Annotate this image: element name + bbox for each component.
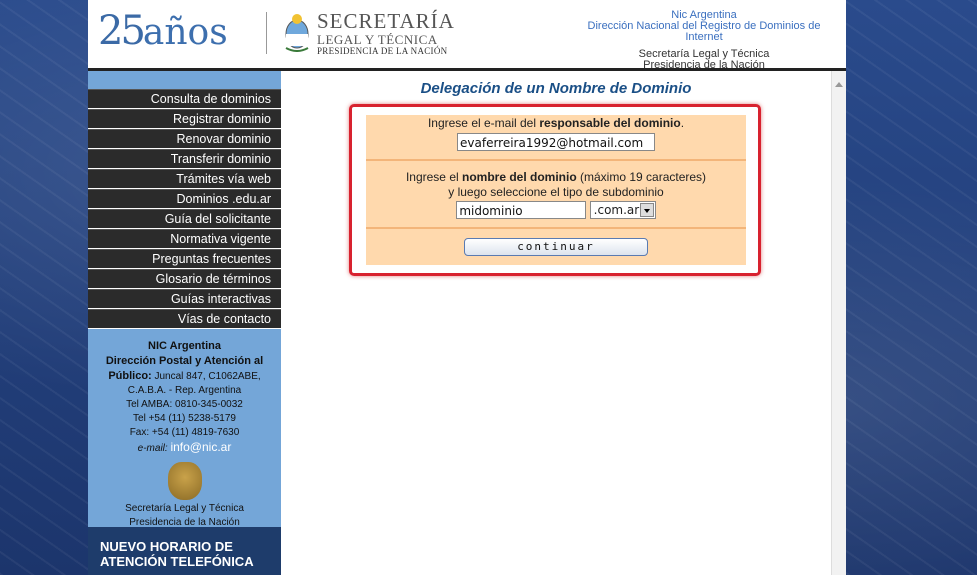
menu-item-vias-de-contacto[interactable]: Vías de contacto	[88, 309, 281, 328]
menu-item-registrar-dominio[interactable]: Registrar dominio	[88, 109, 281, 128]
menu-item-glosario-de-terminos[interactable]: Glosario de términos	[88, 269, 281, 288]
info-email-label: e-mail:	[137, 443, 168, 454]
menu-item-normativa-vigente[interactable]: Normativa vigente	[88, 229, 281, 248]
header: 25años SECRETARÍA LEGAL Y TÉCNICA PRESID…	[88, 0, 846, 71]
menu-item-tramites-via-web[interactable]: Trámites vía web	[88, 169, 281, 188]
info-address-2: C.A.B.A. - Rep. Argentina	[127, 385, 242, 396]
secretaria-line-3: PRESIDENCIA DE LA NACIÓN	[317, 46, 448, 56]
info-org: NIC Argentina	[148, 340, 221, 352]
coat-of-arms-icon	[167, 462, 202, 500]
email-field[interactable]: evaferreira1992@hotmail.com	[457, 133, 655, 151]
domain-prompt: Ingrese el nombre del dominio (máximo 19…	[405, 170, 707, 184]
info-footer-1: Secretaría Legal y Técnica	[125, 503, 244, 514]
scroll-up-arrow-icon[interactable]	[835, 82, 843, 87]
domain-section: Ingrese el nombre del dominio (máximo 19…	[366, 161, 746, 229]
info-fax: Fax: +54 (11) 4819-7630	[129, 427, 240, 438]
logo-word: años	[142, 12, 228, 53]
header-right-text: Nic Argentina Dirección Nacional del Reg…	[569, 10, 839, 71]
menu-item-guias-interactivas[interactable]: Guías interactivas	[88, 289, 281, 308]
horario-notice-banner[interactable]: NUEVO HORARIO DE ATENCIÓN TELEFÓNICA	[88, 527, 281, 575]
page-title: Delegación de un Nombre de Dominio	[420, 80, 692, 97]
contact-info: NIC Argentina Dirección Postal y Atenció…	[88, 329, 281, 528]
notice-line-2: ATENCIÓN TELEFÓNICA	[100, 554, 254, 569]
notice-line-1: NUEVO HORARIO DE	[100, 539, 233, 554]
domain-prompt-line-2: y luego seleccione el tipo de subdominio	[448, 185, 664, 199]
info-address-heading-2: Público:	[108, 370, 152, 382]
secretaria-logo-text: SECRETARÍA LEGAL Y TÉCNICA PRESIDENCIA D…	[317, 11, 455, 56]
menu-item-preguntas-frecuentes[interactable]: Preguntas frecuentes	[88, 249, 281, 268]
domain-name-field[interactable]: midominio	[456, 201, 587, 219]
header-divider	[266, 12, 267, 54]
sidebar-menu: Consulta de dominios Registrar dominio R…	[88, 89, 281, 328]
25-anos-logo: 25años	[98, 8, 228, 54]
email-section: Ingrese el e-mail del responsable del do…	[366, 115, 746, 161]
menu-item-dominios-edu-ar[interactable]: Dominios .edu.ar	[88, 189, 281, 208]
menu-item-consulta-de-dominios[interactable]: Consulta de dominios	[88, 89, 281, 108]
submit-section: continuar	[366, 229, 746, 265]
argentina-coat-of-arms-icon	[285, 14, 309, 52]
continue-button[interactable]: continuar	[464, 238, 648, 256]
secretaria-line-2: LEGAL Y TÉCNICA	[317, 32, 438, 47]
direccion-nacional-label: Dirección Nacional del Registro de Domin…	[587, 20, 821, 43]
vertical-scrollbar[interactable]	[831, 71, 846, 575]
email-prompt: Ingrese el e-mail del responsable del do…	[427, 116, 685, 130]
logo-number: 25	[98, 8, 146, 54]
info-address-1: Juncal 847, C1062ABE,	[151, 371, 261, 382]
secretaria-line-1: SECRETARÍA	[317, 9, 455, 33]
info-email-link[interactable]: info@nic.ar	[170, 440, 231, 454]
sidebar: Consulta de dominios Registrar dominio R…	[88, 71, 281, 575]
info-address-heading: Dirección Postal y Atención al	[105, 355, 264, 367]
menu-item-transferir-dominio[interactable]: Transferir dominio	[88, 149, 281, 168]
sidebar-top	[88, 71, 281, 89]
main-content: Delegación de un Nombre de Dominio Ingre…	[281, 71, 846, 575]
subdomain-select[interactable]: .com.ar	[589, 201, 656, 219]
menu-item-renovar-dominio[interactable]: Renovar dominio	[88, 129, 281, 148]
content-area: Delegación de un Nombre de Dominio Ingre…	[281, 71, 831, 575]
info-tel-amba: Tel AMBA: 0810-345-0032	[126, 399, 243, 410]
page: 25años SECRETARÍA LEGAL Y TÉCNICA PRESID…	[88, 0, 846, 575]
chevron-down-icon[interactable]	[639, 203, 654, 217]
menu-item-guia-del-solicitante[interactable]: Guía del solicitante	[88, 209, 281, 228]
subdomain-selected-value: .com.ar	[593, 203, 640, 217]
info-tel: Tel +54 (11) 5238-5179	[133, 413, 236, 424]
delegation-form: Ingrese el e-mail del responsable del do…	[366, 115, 746, 265]
